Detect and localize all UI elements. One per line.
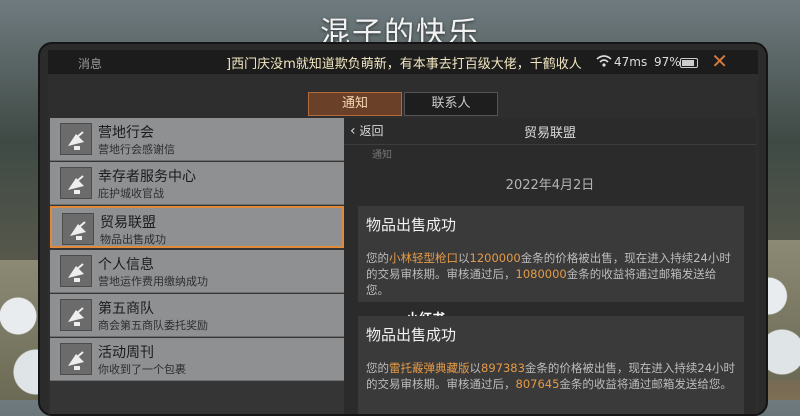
sale-price: 897383: [481, 361, 525, 375]
item-name: 小林轻型枪口: [389, 251, 458, 265]
list-item-subtitle: 商会第五商队委托奖励: [98, 319, 208, 332]
list-item[interactable]: 个人信息 营地运作费用缴纳成功: [50, 250, 344, 293]
card-title: 物品出售成功: [366, 326, 457, 344]
battery-icon: [680, 58, 698, 68]
list-item-title: 第五商队: [98, 301, 154, 317]
list-item-selected[interactable]: 贸易联盟 物品出售成功: [50, 206, 344, 248]
list-item-title: 活动周刊: [98, 345, 154, 361]
sale-price: 1200000: [469, 251, 521, 265]
close-icon[interactable]: ✕: [711, 50, 728, 73]
device-frame: 消息 ]西门庆没m就知道欺负萌新，有本事去打百级大佬，千鹤收人 47ms 97%…: [38, 42, 768, 416]
list-item-subtitle: 营地行会感谢信: [98, 143, 175, 156]
battery-value: 97%: [654, 55, 681, 69]
messages-label: 消息: [78, 57, 103, 71]
wifi-icon: [596, 55, 612, 67]
broadcast-ticker: ]西门庆没m就知道欺负萌新，有本事去打百级大佬，千鹤收人: [226, 57, 582, 72]
list-item-subtitle: 物品出售成功: [100, 233, 166, 246]
detail-header: ‹ 返回 贸易联盟: [344, 118, 756, 145]
list-item-title: 营地行会: [98, 125, 154, 141]
income-amount: 1080000: [515, 267, 567, 281]
list-item-title: 贸易联盟: [100, 215, 156, 231]
income-amount: 807645: [515, 377, 560, 391]
scrolled-text: 通知: [372, 150, 392, 161]
satellite-dish-icon: [60, 299, 92, 331]
list-item[interactable]: 活动周刊 你收到了一个包裹: [50, 338, 344, 381]
card-title: 物品出售成功: [366, 216, 457, 234]
satellite-dish-icon: [60, 343, 92, 375]
message-date: 2022年4月2日: [505, 178, 595, 193]
satellite-dish-icon: [60, 123, 92, 155]
message-card: 物品出售成功 小红书 您的小林轻型枪口以1200000金条的价格被出售，现在进入…: [358, 206, 744, 327]
status-bar: 消息 ]西门庆没m就知道欺负萌新，有本事去打百级大佬，千鹤收人 47ms 97%…: [48, 50, 758, 74]
card-body: 您的雷托霰弹典藏版以897383金条的价格被出售，现在进入持续24小时的交易审核…: [366, 361, 736, 391]
tab-contacts[interactable]: 联系人: [404, 92, 498, 116]
tab-notice[interactable]: 通知: [308, 92, 402, 116]
list-item[interactable]: 第五商队 商会第五商队委托奖励: [50, 294, 344, 337]
card-body: 您的小林轻型枪口以1200000金条的价格被出售，现在进入持续24小时的交易审核…: [366, 251, 731, 297]
list-item[interactable]: 幸存者服务中心 庇护城收官战: [50, 162, 344, 205]
list-item-subtitle: 你收到了一个包裹: [98, 363, 186, 376]
list-item[interactable]: 营地行会 营地行会感谢信: [50, 118, 344, 161]
satellite-dish-icon: [62, 213, 94, 245]
message-screen: 消息 ]西门庆没m就知道欺负萌新，有本事去打百级大佬，千鹤收人 47ms 97%…: [48, 50, 758, 414]
list-item-subtitle: 营地运作费用缴纳成功: [98, 275, 208, 288]
list-item-subtitle: 庇护城收官战: [98, 187, 164, 200]
list-item-title: 个人信息: [98, 257, 154, 273]
detail-title: 贸易联盟: [523, 126, 576, 141]
message-detail: ‹ 返回 贸易联盟 通知 2022年4月2日 物品出售成功 小红书 您的小林轻型…: [344, 118, 756, 414]
message-card: 物品出售成功 您的雷托霰弹典藏版以897383金条的价格被出售，现在进入持续24…: [358, 316, 744, 414]
message-list: 营地行会 营地行会感谢信 幸存者服务中心 庇护城收官战 贸易联盟 物品出售成功: [50, 118, 344, 414]
item-name: 雷托霰弹典藏版: [389, 361, 470, 375]
list-item-title: 幸存者服务中心: [98, 169, 196, 185]
satellite-dish-icon: [60, 167, 92, 199]
ping-value: 47ms: [614, 55, 648, 69]
satellite-dish-icon: [60, 255, 92, 287]
